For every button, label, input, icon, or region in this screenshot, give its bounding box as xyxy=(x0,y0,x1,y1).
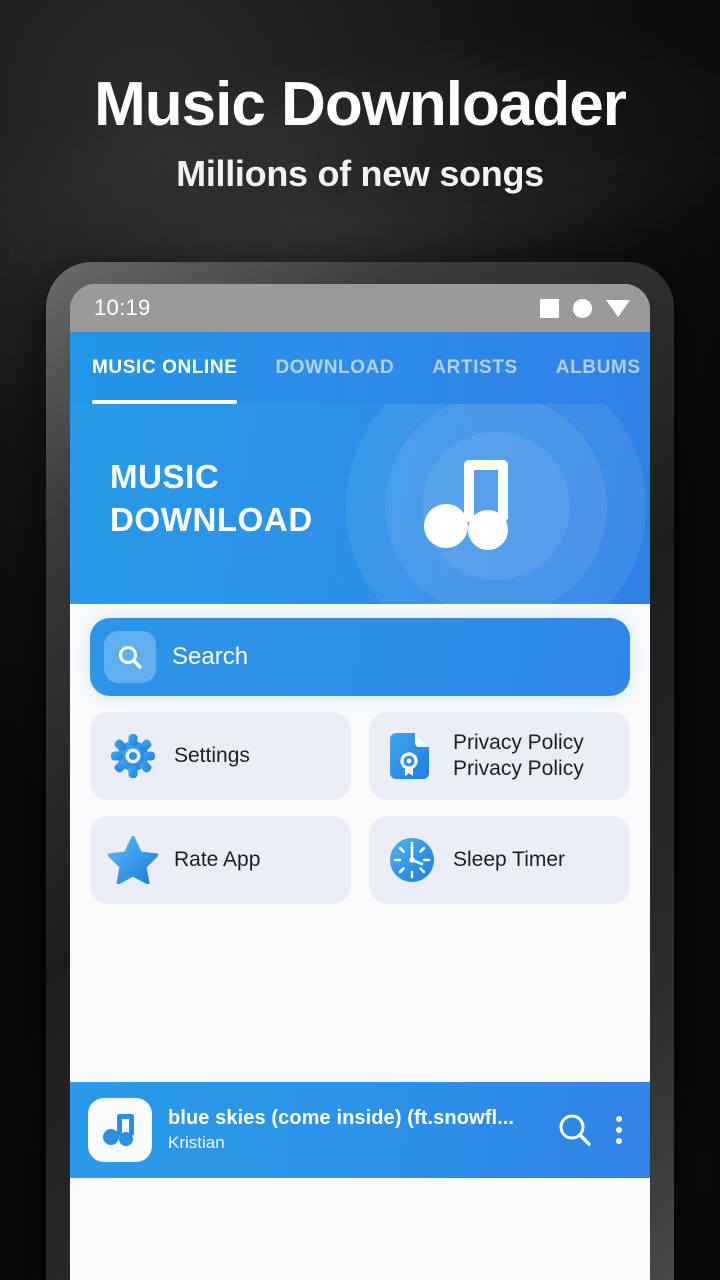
triangle-down-icon xyxy=(606,299,630,317)
banner-text: MUSIC DOWNLOAD xyxy=(110,456,313,542)
tile-label-sleep-timer: Sleep Timer xyxy=(453,847,566,871)
tab-artists[interactable]: ARTISTS xyxy=(432,332,517,404)
tile-label-privacy-policy: Privacy Policy Privacy Policy xyxy=(453,730,584,783)
privacy-line-1: Privacy Policy xyxy=(453,730,584,754)
player-meta: blue skies (come inside) (ft.snowfl... K… xyxy=(168,1107,540,1153)
screen-bottom-strip xyxy=(70,1178,650,1204)
search-section: Search xyxy=(70,618,650,696)
content-spacer xyxy=(70,904,650,1082)
hero-banner: MUSIC DOWNLOAD xyxy=(70,404,650,604)
player-track-title: blue skies (come inside) (ft.snowfl... xyxy=(168,1107,515,1129)
status-bar: 10:19 xyxy=(70,284,650,332)
more-vertical-icon[interactable] xyxy=(610,1116,628,1144)
search-placeholder: Search xyxy=(172,643,249,670)
tab-bar[interactable]: MUSIC ONLINE DOWNLOAD ARTISTS ALBUMS TR xyxy=(70,332,650,404)
tile-label-settings: Settings xyxy=(174,743,250,767)
search-input[interactable]: Search xyxy=(90,618,630,696)
album-art xyxy=(88,1098,152,1162)
document-seal-icon xyxy=(387,731,437,781)
mini-player[interactable]: blue skies (come inside) (ft.snowfl... K… xyxy=(70,1082,650,1178)
music-note-icon xyxy=(416,456,524,561)
status-icon-group xyxy=(540,298,630,318)
tile-label-rate-app: Rate App xyxy=(174,847,261,871)
tile-settings[interactable]: Settings xyxy=(90,712,351,800)
banner-line-1: MUSIC xyxy=(110,458,220,495)
tab-music-online[interactable]: MUSIC ONLINE xyxy=(92,332,238,404)
player-search-button[interactable] xyxy=(556,1111,594,1149)
promo-title: Music Downloader xyxy=(94,70,627,139)
gear-icon xyxy=(108,731,158,781)
circle-icon xyxy=(573,298,592,318)
promo-headline-block: Music Downloader Millions of new songs xyxy=(0,72,720,195)
status-time: 10:19 xyxy=(94,295,151,320)
phone-screen: 10:19 MUSIC ONLINE DOWNLOAD ARTISTS ALBU… xyxy=(70,284,650,1280)
square-icon xyxy=(540,298,559,318)
banner-line-2: DOWNLOAD xyxy=(110,500,313,538)
main-content: Search Settings Privacy Policy Privacy P… xyxy=(70,604,650,1082)
player-artist: Kristian xyxy=(168,1133,225,1152)
clock-icon xyxy=(387,835,437,885)
tile-sleep-timer[interactable]: Sleep Timer xyxy=(369,816,630,904)
tab-download[interactable]: DOWNLOAD xyxy=(275,332,394,404)
tile-rate-app[interactable]: Rate App xyxy=(90,816,351,904)
privacy-line-2: Privacy Policy xyxy=(453,757,584,780)
menu-grid: Settings Privacy Policy Privacy Policy R… xyxy=(70,696,650,904)
tab-albums[interactable]: ALBUMS xyxy=(556,332,641,404)
phone-mockup: 10:19 MUSIC ONLINE DOWNLOAD ARTISTS ALBU… xyxy=(46,262,674,1280)
star-icon xyxy=(108,835,158,885)
tile-privacy-policy[interactable]: Privacy Policy Privacy Policy xyxy=(369,712,630,800)
search-icon xyxy=(104,631,156,683)
promo-subtitle: Millions of new songs xyxy=(176,153,544,195)
